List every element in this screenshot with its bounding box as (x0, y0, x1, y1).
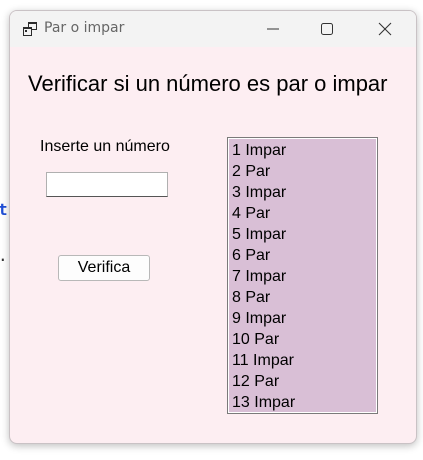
list-item[interactable]: 12 Par (232, 371, 377, 392)
list-item[interactable]: 4 Par (232, 203, 377, 224)
maximize-button[interactable] (304, 11, 350, 47)
minimize-button[interactable] (250, 11, 296, 47)
list-item[interactable]: 13 Impar (232, 392, 377, 413)
page-heading: Verificar si un número es par o impar (28, 71, 388, 96)
list-item[interactable]: 2 Par (232, 161, 377, 182)
list-item[interactable]: 5 Impar (232, 224, 377, 245)
close-icon (378, 22, 392, 36)
list-item[interactable]: 1 Impar (232, 140, 377, 161)
minimize-icon (267, 28, 279, 30)
list-item[interactable]: 11 Impar (232, 350, 377, 371)
list-item[interactable]: 8 Par (232, 287, 377, 308)
background-punct-fragment: . (0, 246, 8, 265)
list-item[interactable]: 3 Impar (232, 182, 377, 203)
app-window: Par o impar Verificar si un número es pa… (9, 10, 417, 444)
close-button[interactable] (362, 11, 408, 47)
app-window-icon (22, 21, 38, 37)
maximize-icon (321, 23, 333, 35)
list-item[interactable]: 10 Par (232, 329, 377, 350)
number-input[interactable] (46, 172, 168, 197)
list-item[interactable]: 6 Par (232, 245, 377, 266)
results-listbox[interactable]: 1 Impar 2 Par 3 Impar 4 Par 5 Impar 6 Par 7 Im… (227, 137, 378, 414)
list-item[interactable]: 7 Impar (232, 266, 377, 287)
window-title: Par o impar (44, 20, 125, 36)
verify-button[interactable]: Verifica (58, 255, 150, 281)
background-code-fragment: t (0, 200, 8, 219)
title-bar[interactable]: Par o impar (10, 11, 416, 47)
list-item[interactable]: 9 Impar (232, 308, 377, 329)
number-prompt-label: Inserte un número (40, 138, 170, 155)
